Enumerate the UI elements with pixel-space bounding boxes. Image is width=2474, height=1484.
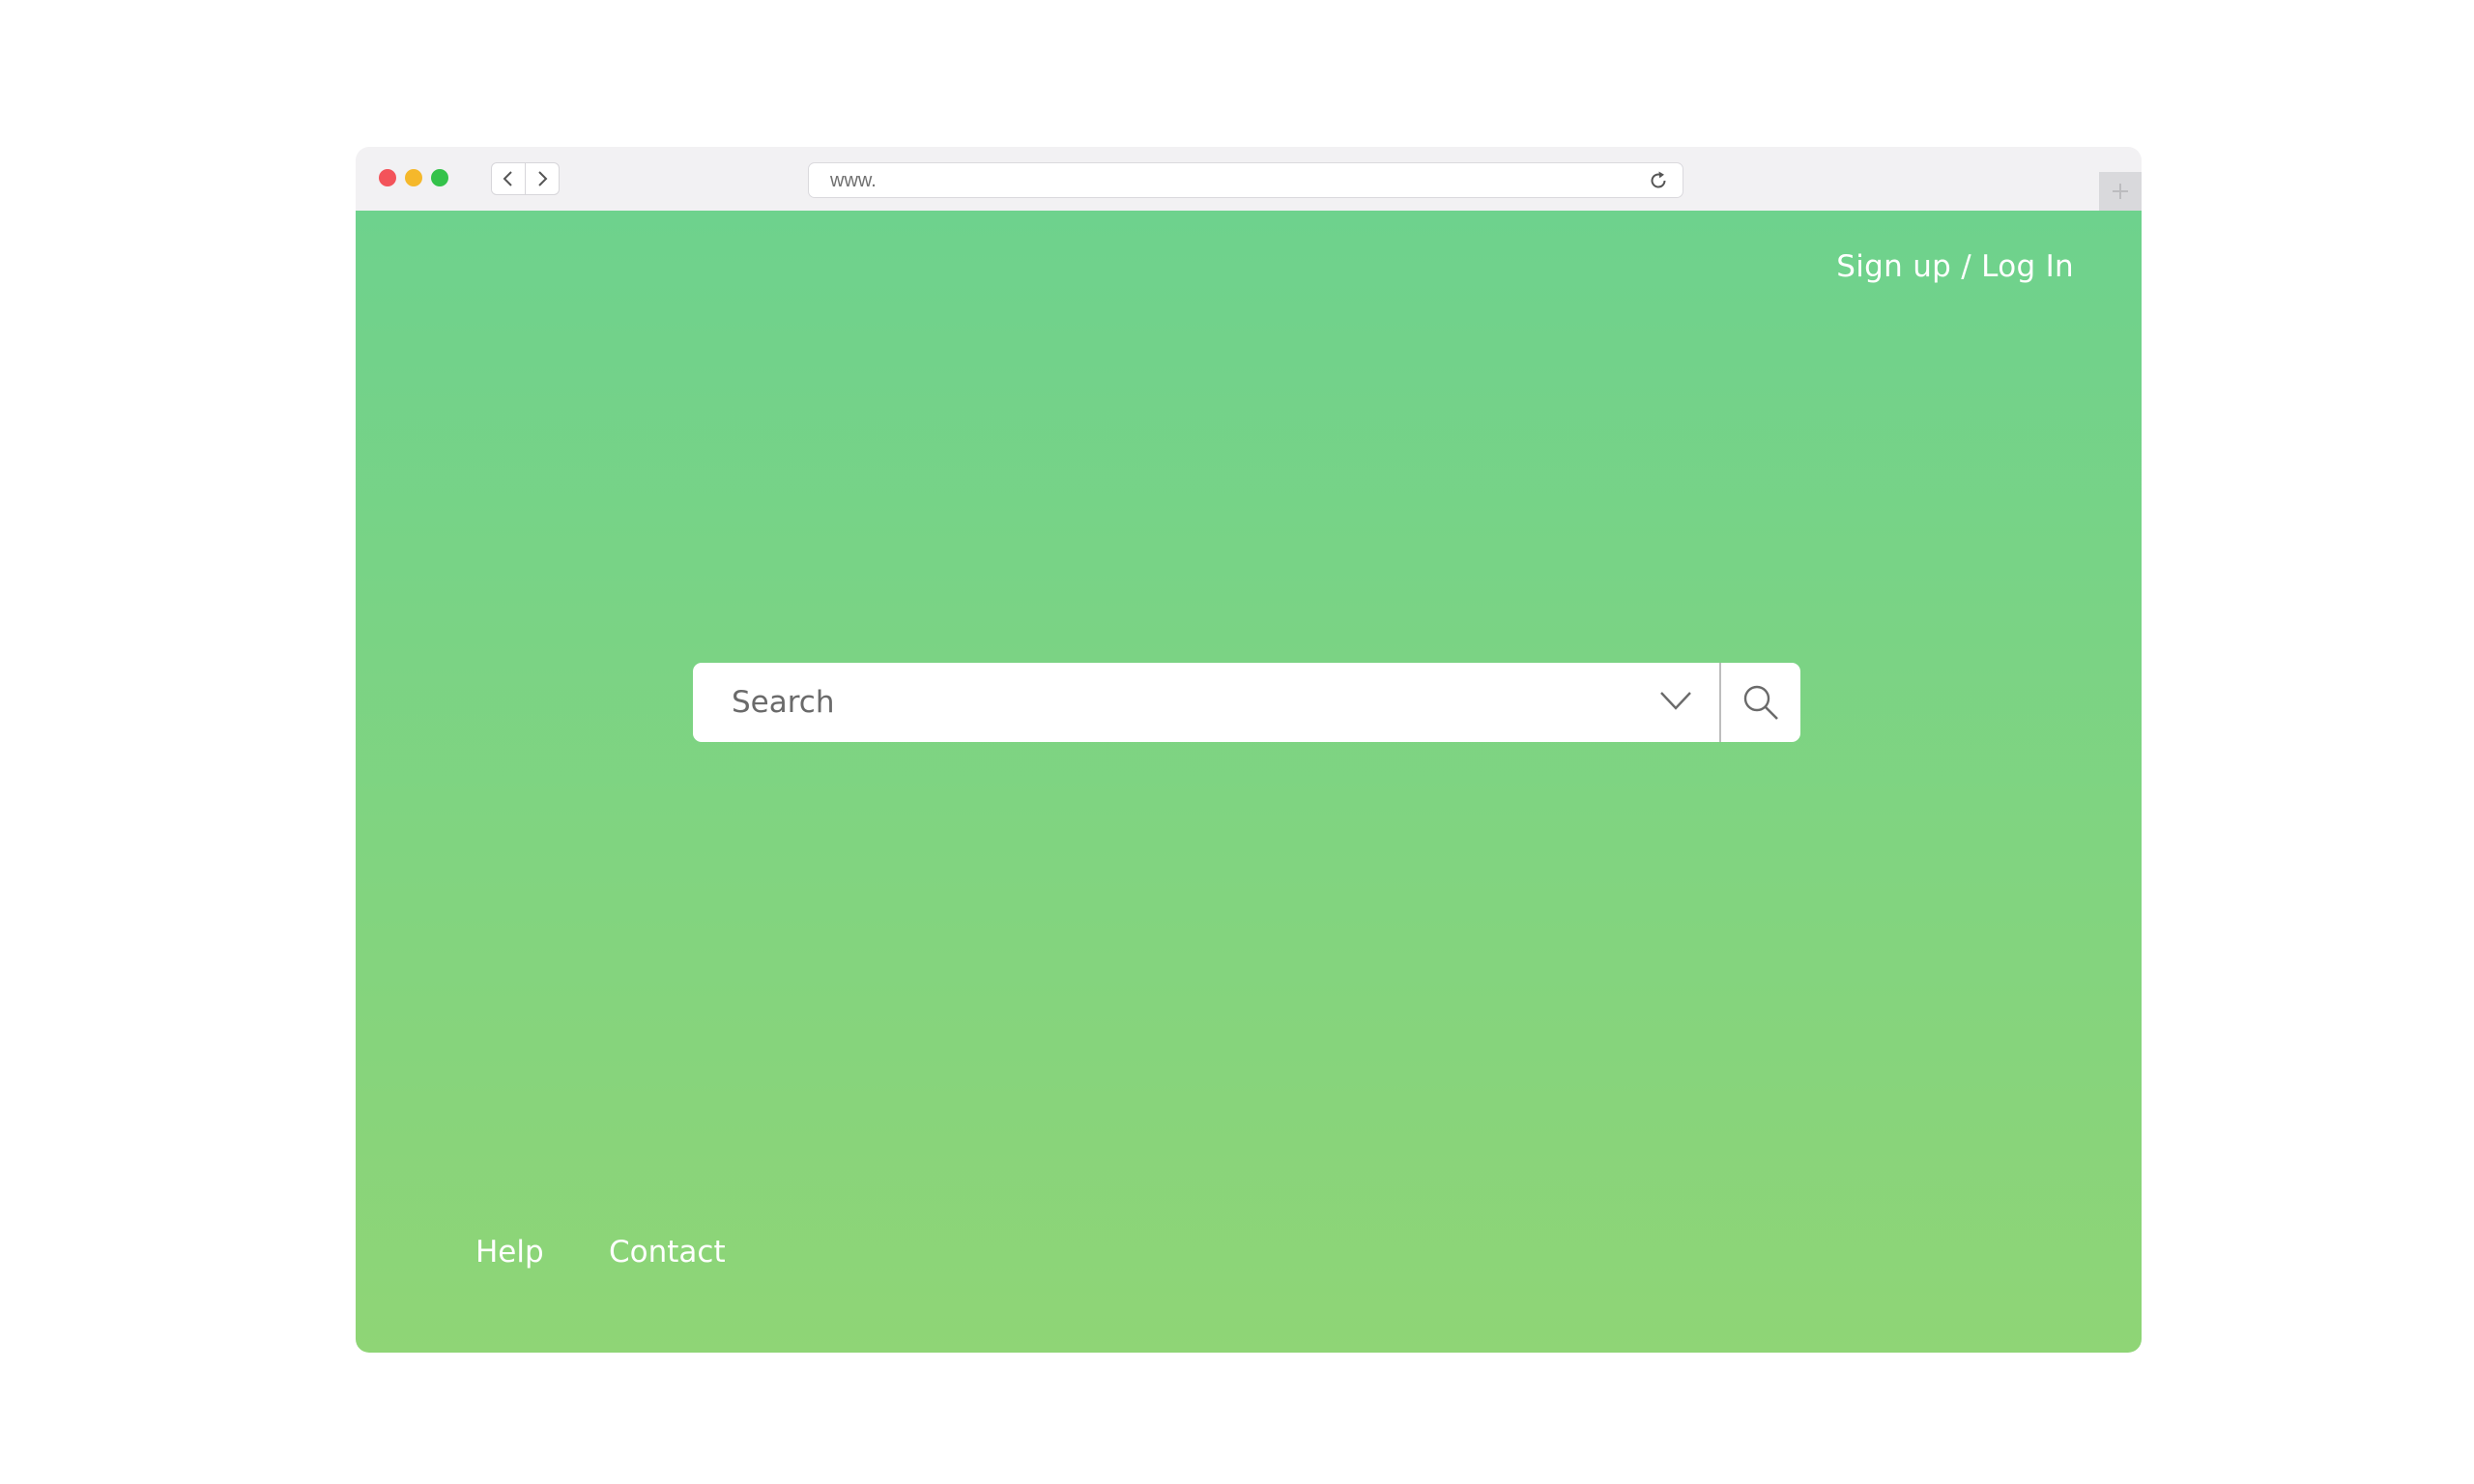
search-icon — [1743, 685, 1778, 720]
search-input[interactable] — [693, 663, 1717, 742]
chevron-right-icon — [538, 171, 548, 186]
browser-window: www. Sign up / Log In Search Help Contac… — [356, 147, 2142, 1353]
signup-login-link[interactable]: Sign up / Log In — [1836, 249, 2074, 284]
forward-button[interactable] — [525, 162, 560, 195]
new-tab-button[interactable] — [2099, 172, 2142, 211]
title-bar: www. — [356, 147, 2142, 211]
close-window-button[interactable] — [379, 169, 396, 186]
chevron-down-icon[interactable] — [1659, 690, 1692, 711]
maximize-window-button[interactable] — [431, 169, 448, 186]
minimize-window-button[interactable] — [405, 169, 422, 186]
reload-icon[interactable] — [1648, 170, 1669, 191]
search-button[interactable] — [1721, 663, 1800, 742]
back-button[interactable] — [491, 162, 526, 195]
address-bar[interactable]: www. — [808, 162, 1683, 198]
chevron-left-icon — [503, 171, 512, 186]
contact-link[interactable]: Contact — [609, 1235, 726, 1270]
search-box — [693, 663, 1800, 742]
page-content: Sign up / Log In Help Contact — [356, 211, 2142, 1353]
address-text: www. — [830, 170, 877, 191]
plus-icon — [2113, 184, 2128, 199]
help-link[interactable]: Help — [475, 1235, 544, 1270]
